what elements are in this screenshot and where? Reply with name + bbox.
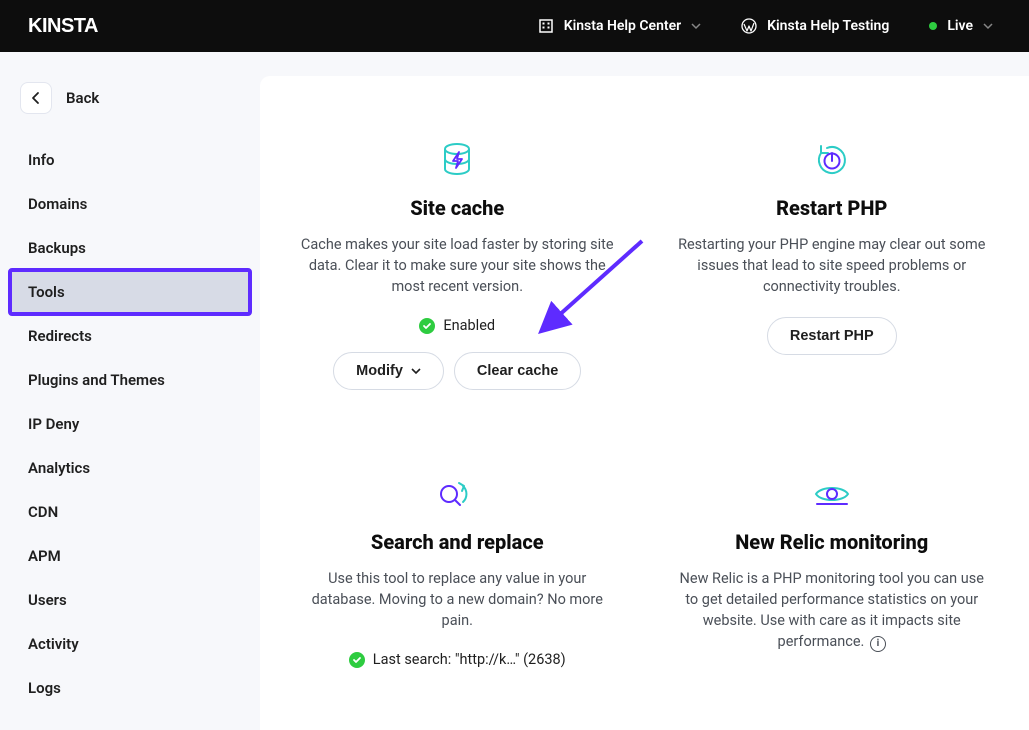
sidebar-item-info[interactable]: Info — [10, 138, 250, 182]
chevron-down-icon — [983, 21, 993, 31]
sidebar-nav: Info Domains Backups Tools Redirects Plu… — [10, 138, 250, 710]
back-button[interactable] — [20, 82, 52, 114]
clear-cache-button[interactable]: Clear cache — [454, 352, 581, 390]
building-icon — [538, 18, 554, 34]
restart-icon — [815, 143, 849, 177]
svg-text:KINSTA: KINSTA — [28, 15, 98, 37]
card-description: Cache makes your site load faster by sto… — [300, 234, 615, 297]
card-restart-php: Restart PHP Restarting your PHP engine m… — [675, 140, 990, 390]
card-description: New Relic is a PHP monitoring tool you c… — [675, 568, 990, 652]
kinsta-logo-icon: KINSTA — [28, 15, 118, 37]
card-description: Restarting your PHP engine may clear out… — [675, 234, 990, 297]
sidebar-item-apm[interactable]: APM — [10, 534, 250, 578]
card-new-relic: New Relic monitoring New Relic is a PHP … — [675, 474, 990, 686]
sidebar-item-label: Backups — [28, 239, 86, 257]
sidebar-item-label: Activity — [28, 635, 79, 653]
sidebar-item-cdn[interactable]: CDN — [10, 490, 250, 534]
sidebar: Back Info Domains Backups Tools Redirect… — [0, 52, 260, 730]
search-replace-status-label: Last search: "http://k…" (2638) — [373, 651, 566, 668]
chevron-down-icon — [691, 21, 701, 31]
sidebar-item-users[interactable]: Users — [10, 578, 250, 622]
arrow-left-icon — [29, 91, 43, 105]
sidebar-item-logs[interactable]: Logs — [10, 666, 250, 710]
sidebar-item-ip-deny[interactable]: IP Deny — [10, 402, 250, 446]
modify-button-label: Modify — [356, 363, 403, 379]
search-replace-icon — [436, 477, 478, 511]
sidebar-item-label: Redirects — [28, 327, 92, 345]
chevron-down-icon — [411, 366, 421, 376]
sidebar-item-label: Users — [28, 591, 67, 609]
cache-status: Enabled — [300, 317, 615, 334]
new-relic-desc-text: New Relic is a PHP monitoring tool you c… — [680, 570, 984, 650]
search-replace-status: Last search: "http://k…" (2638) — [300, 651, 615, 668]
wordpress-icon — [741, 18, 757, 34]
sidebar-item-tools[interactable]: Tools — [10, 270, 250, 314]
site-selector-label: Kinsta Help Testing — [767, 18, 889, 34]
sidebar-item-label: APM — [28, 547, 61, 565]
main-panel: Site cache Cache makes your site load fa… — [260, 76, 1029, 730]
eye-monitoring-icon — [812, 480, 852, 508]
card-description: Use this tool to replace any value in yo… — [300, 568, 615, 631]
restart-php-button-label: Restart PHP — [790, 328, 874, 344]
card-title: Restart PHP — [675, 196, 990, 220]
card-title: Site cache — [300, 196, 615, 220]
sidebar-item-backups[interactable]: Backups — [10, 226, 250, 270]
info-icon[interactable]: i — [870, 636, 886, 652]
card-title: Search and replace — [300, 530, 615, 554]
card-site-cache: Site cache Cache makes your site load fa… — [300, 140, 615, 390]
environment-selector[interactable]: Live — [921, 12, 1001, 40]
company-selector[interactable]: Kinsta Help Center — [530, 12, 709, 40]
status-dot-icon — [929, 22, 937, 30]
kinsta-logo: KINSTA — [28, 15, 118, 37]
sidebar-item-label: Info — [28, 151, 55, 169]
check-icon — [349, 652, 365, 668]
modify-button[interactable]: Modify — [333, 352, 444, 390]
card-title: New Relic monitoring — [675, 530, 990, 554]
sidebar-item-analytics[interactable]: Analytics — [10, 446, 250, 490]
sidebar-item-label: IP Deny — [28, 415, 79, 433]
database-lightning-icon — [442, 143, 472, 177]
restart-php-button[interactable]: Restart PHP — [767, 317, 897, 355]
sidebar-item-label: Domains — [28, 195, 87, 213]
sidebar-item-label: CDN — [28, 503, 58, 521]
site-selector[interactable]: Kinsta Help Testing — [733, 12, 897, 40]
company-selector-label: Kinsta Help Center — [564, 18, 681, 34]
sidebar-item-label: Analytics — [28, 459, 90, 477]
top-bar: KINSTA Kinsta Help Center Kinsta Help Te… — [0, 0, 1029, 52]
sidebar-item-label: Plugins and Themes — [28, 371, 165, 389]
cache-status-label: Enabled — [443, 317, 495, 334]
sidebar-item-plugins-themes[interactable]: Plugins and Themes — [10, 358, 250, 402]
clear-cache-button-label: Clear cache — [477, 363, 558, 379]
sidebar-item-label: Logs — [28, 679, 61, 697]
sidebar-item-redirects[interactable]: Redirects — [10, 314, 250, 358]
sidebar-item-label: Tools — [28, 283, 65, 301]
check-icon — [419, 318, 435, 334]
sidebar-item-domains[interactable]: Domains — [10, 182, 250, 226]
environment-label: Live — [947, 18, 973, 34]
sidebar-item-activity[interactable]: Activity — [10, 622, 250, 666]
card-search-replace: Search and replace Use this tool to repl… — [300, 474, 615, 686]
back-label: Back — [66, 89, 99, 107]
